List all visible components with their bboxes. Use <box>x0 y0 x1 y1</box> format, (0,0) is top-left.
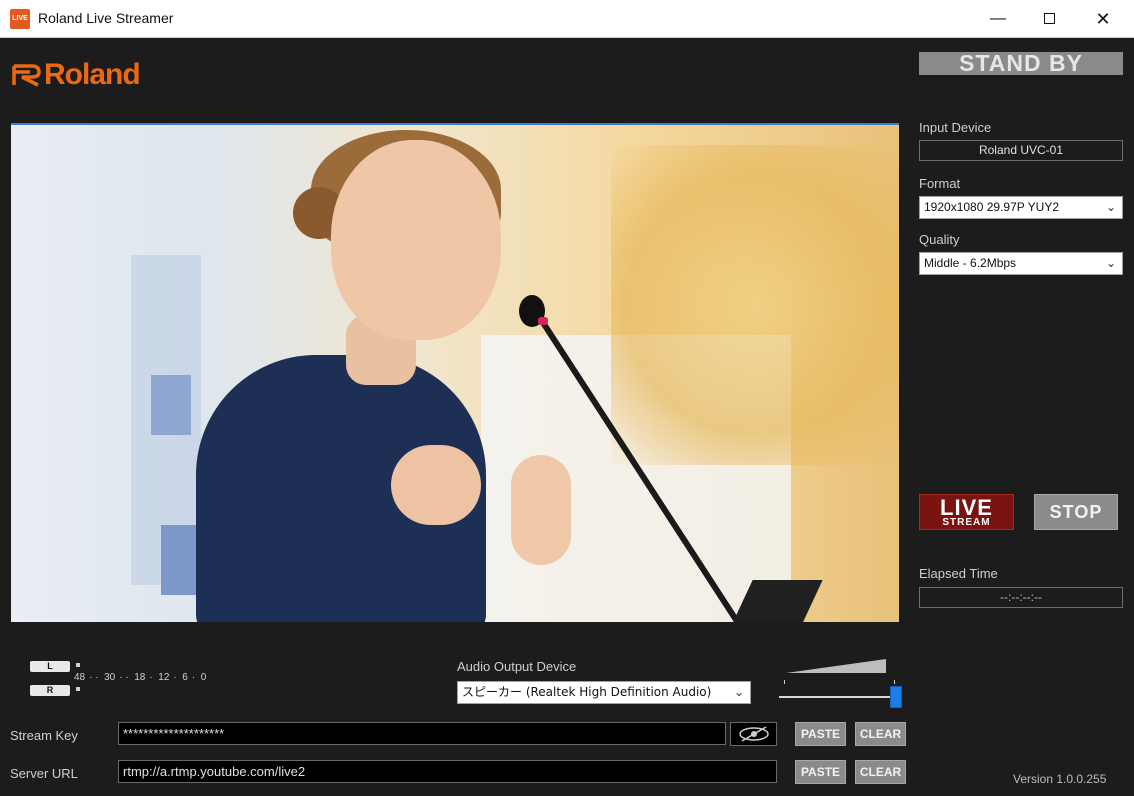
audio-output-select[interactable]: スピーカー (Realtek High Definition Audio) ⌄ <box>457 681 751 704</box>
meter-scale-label: 0 <box>200 672 207 683</box>
audio-output-select-value: スピーカー (Realtek High Definition Audio) <box>462 685 712 699</box>
chevron-down-icon: ⌄ <box>733 685 744 699</box>
volume-tick <box>784 680 785 684</box>
server-url-paste-button[interactable]: PASTE <box>795 760 846 784</box>
microphone-ring <box>538 317 548 325</box>
format-select[interactable]: 1920x1080 29.97P YUY2 ⌄ <box>919 196 1123 219</box>
stream-key-input[interactable]: ******************** <box>118 722 726 745</box>
video-preview <box>11 123 899 622</box>
quality-select[interactable]: Middle - 6.2Mbps ⌄ <box>919 252 1123 275</box>
background-light <box>611 145 899 465</box>
meter-right-channel: R <box>30 685 70 696</box>
elapsed-time-label: Elapsed Time <box>919 566 998 581</box>
audio-output-label: Audio Output Device <box>457 659 577 674</box>
app-icon: LIVE <box>10 9 30 29</box>
show-key-button[interactable] <box>730 722 777 746</box>
speaker-face <box>331 140 501 340</box>
close-button[interactable]: ✕ <box>1080 0 1126 38</box>
meter-led <box>76 663 80 667</box>
stream-key-clear-button[interactable]: CLEAR <box>855 722 906 746</box>
server-url-clear-button[interactable]: CLEAR <box>855 760 906 784</box>
meter-scale-label: 30 <box>104 672 116 683</box>
status-indicator: STAND BY <box>919 52 1123 75</box>
stop-button[interactable]: STOP <box>1034 494 1118 530</box>
maximize-button[interactable] <box>1026 0 1072 38</box>
volume-tick <box>894 680 895 684</box>
roland-logo-text: Roland <box>44 58 141 91</box>
meter-scale-label: 18 <box>134 672 146 683</box>
roland-logo-mark-icon <box>12 64 41 87</box>
live-stream-button[interactable]: LIVE STREAM <box>919 494 1014 530</box>
speaker-hand <box>391 445 481 525</box>
live-stream-button-line1: LIVE <box>940 495 993 520</box>
background-flag <box>151 375 191 435</box>
volume-wedge-icon <box>786 659 886 673</box>
eye-hidden-icon <box>738 726 769 742</box>
quality-label: Quality <box>919 232 960 247</box>
meter-scale-label: 12 <box>158 672 170 683</box>
minimize-button[interactable]: — <box>975 0 1021 38</box>
volume-slider-thumb[interactable] <box>890 686 902 708</box>
speaker-hand <box>511 455 571 565</box>
stream-key-label: Stream Key <box>10 728 78 743</box>
input-device-field: Roland UVC-01 <box>919 140 1123 161</box>
stream-key-paste-button[interactable]: PASTE <box>795 722 846 746</box>
meter-left-channel: L <box>30 661 70 672</box>
format-select-value: 1920x1080 29.97P YUY2 <box>924 200 1060 214</box>
meter-scale: 48 · · 30 · · 18 · 12 · 6 · 0 <box>74 672 207 683</box>
roland-logo: Roland <box>12 58 141 92</box>
format-label: Format <box>919 176 961 191</box>
background-flag <box>161 525 201 595</box>
meter-scale-label: 48 <box>74 672 86 683</box>
volume-slider-track[interactable] <box>779 696 901 698</box>
quality-select-value: Middle - 6.2Mbps <box>924 256 1017 270</box>
live-stream-button-line2: STREAM <box>942 517 991 528</box>
maximize-icon <box>1043 13 1055 25</box>
server-url-label: Server URL <box>10 766 78 781</box>
chevron-down-icon: ⌄ <box>1105 256 1116 270</box>
chevron-down-icon: ⌄ <box>1105 200 1116 214</box>
input-device-label: Input Device <box>919 120 992 135</box>
window-title: Roland Live Streamer <box>38 10 174 26</box>
elapsed-time-display: --:--:--:-- <box>919 587 1123 608</box>
meter-scale-label: 6 <box>182 672 188 683</box>
version-label: Version 1.0.0.255 <box>1013 772 1107 786</box>
meter-led <box>76 687 80 691</box>
title-bar: LIVE Roland Live Streamer — ✕ <box>0 0 1134 38</box>
server-url-input[interactable]: rtmp://a.rtmp.youtube.com/live2 <box>118 760 777 783</box>
